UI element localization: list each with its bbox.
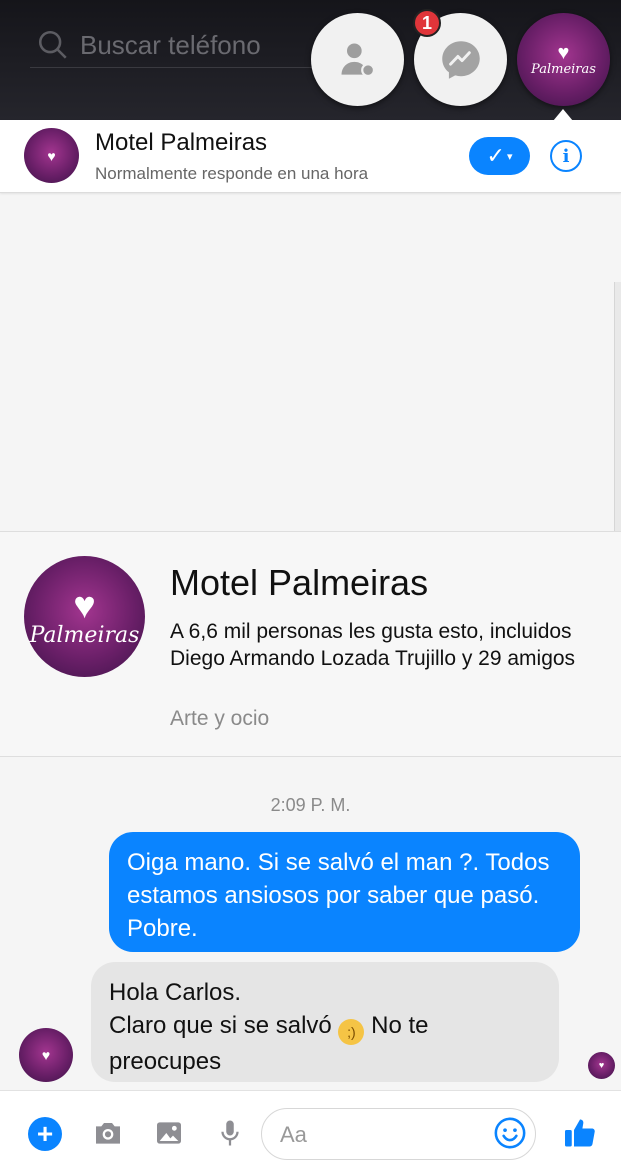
page-category: Arte y ocio <box>170 707 270 730</box>
header-avatar[interactable]: ♥ <box>24 128 79 183</box>
page-info-card: ♥ Palmeiras Motel Palmeiras A 6,6 mil pe… <box>0 531 621 757</box>
logo-wordmark: Palmeiras <box>531 62 596 77</box>
heart-palm-icon: ♥ <box>557 42 570 64</box>
like-button[interactable] <box>562 1115 598 1151</box>
heart-palm-icon: ♥ <box>598 1060 605 1070</box>
emoji-icon <box>494 1117 526 1149</box>
voice-button[interactable] <box>212 1115 248 1151</box>
message-line: Claro que si se salvó ;) No te preocupes <box>109 1009 541 1078</box>
page-likes-text: A 6,6 mil personas les gusta esto, inclu… <box>170 620 576 670</box>
page-title[interactable]: Motel Palmeiras <box>95 129 267 157</box>
phone-search[interactable]: Buscar teléfono <box>36 22 336 68</box>
response-time-text: Normalmente responde en una hora <box>95 164 369 183</box>
check-icon: ✓ <box>486 143 505 168</box>
camera-button[interactable] <box>90 1115 126 1151</box>
scrollbar[interactable] <box>614 282 621 532</box>
wink-emoji-icon: ;) <box>338 1019 365 1045</box>
search-icon <box>38 30 67 59</box>
incoming-message[interactable]: Hola Carlos. Claro que si se salvó ;) No… <box>91 962 559 1082</box>
page-avatar-large[interactable]: ♥ Palmeiras <box>24 556 145 677</box>
heart-palm-icon: ♥ <box>41 1047 51 1063</box>
more-actions-button[interactable]: + <box>28 1117 62 1151</box>
search-placeholder: Buscar teléfono <box>80 29 261 60</box>
status-check-button[interactable]: ✓ ▾ <box>469 137 530 175</box>
message-composer: + Aa <box>0 1090 621 1172</box>
emoji-button[interactable] <box>493 1116 527 1150</box>
conversation-header: ♥ Motel Palmeiras Normalmente responde e… <box>0 120 621 193</box>
logo-wordmark: Palmeiras <box>29 622 140 648</box>
heart-palm-icon: ♥ <box>73 584 96 627</box>
page-chat-head[interactable]: ♥ Palmeiras <box>517 13 610 106</box>
contacts-icon <box>341 43 375 77</box>
message-text: Claro que si se salvó <box>109 1012 332 1039</box>
palmeiras-logo: ♥ Palmeiras <box>531 43 596 76</box>
camera-icon <box>96 1123 120 1144</box>
palmeiras-logo: ♥ <box>599 1061 604 1070</box>
gallery-button[interactable] <box>151 1115 187 1151</box>
message-timestamp: 2:09 P. M. <box>270 795 351 815</box>
image-icon <box>157 1122 181 1144</box>
thumbs-up-icon <box>565 1119 595 1147</box>
palmeiras-logo: ♥ Palmeiras <box>30 587 140 647</box>
palmeiras-logo: ♥ <box>42 1048 50 1062</box>
caret-down-icon: ▾ <box>506 150 513 163</box>
message-line: Hola Carlos. <box>109 979 242 1006</box>
unread-badge: 1 <box>413 9 441 37</box>
microphone-icon <box>221 1120 239 1146</box>
info-button[interactable]: i <box>550 140 582 172</box>
seen-indicator-avatar: ♥ <box>588 1052 615 1079</box>
info-icon: i <box>562 145 570 167</box>
outgoing-message[interactable]: Oiga mano. Si se salvó el man ?. Todos e… <box>109 832 580 952</box>
contacts-chat-head[interactable] <box>311 13 404 106</box>
sender-avatar[interactable]: ♥ <box>19 1028 73 1082</box>
messenger-icon <box>441 40 480 79</box>
message-input-placeholder: Aa <box>280 1122 307 1147</box>
heart-palm-icon: ♥ <box>47 147 56 164</box>
search-underline <box>30 67 330 68</box>
plus-icon: + <box>36 1118 54 1149</box>
page-card-title[interactable]: Motel Palmeiras <box>170 562 428 604</box>
palmeiras-logo: ♥ <box>47 149 55 163</box>
